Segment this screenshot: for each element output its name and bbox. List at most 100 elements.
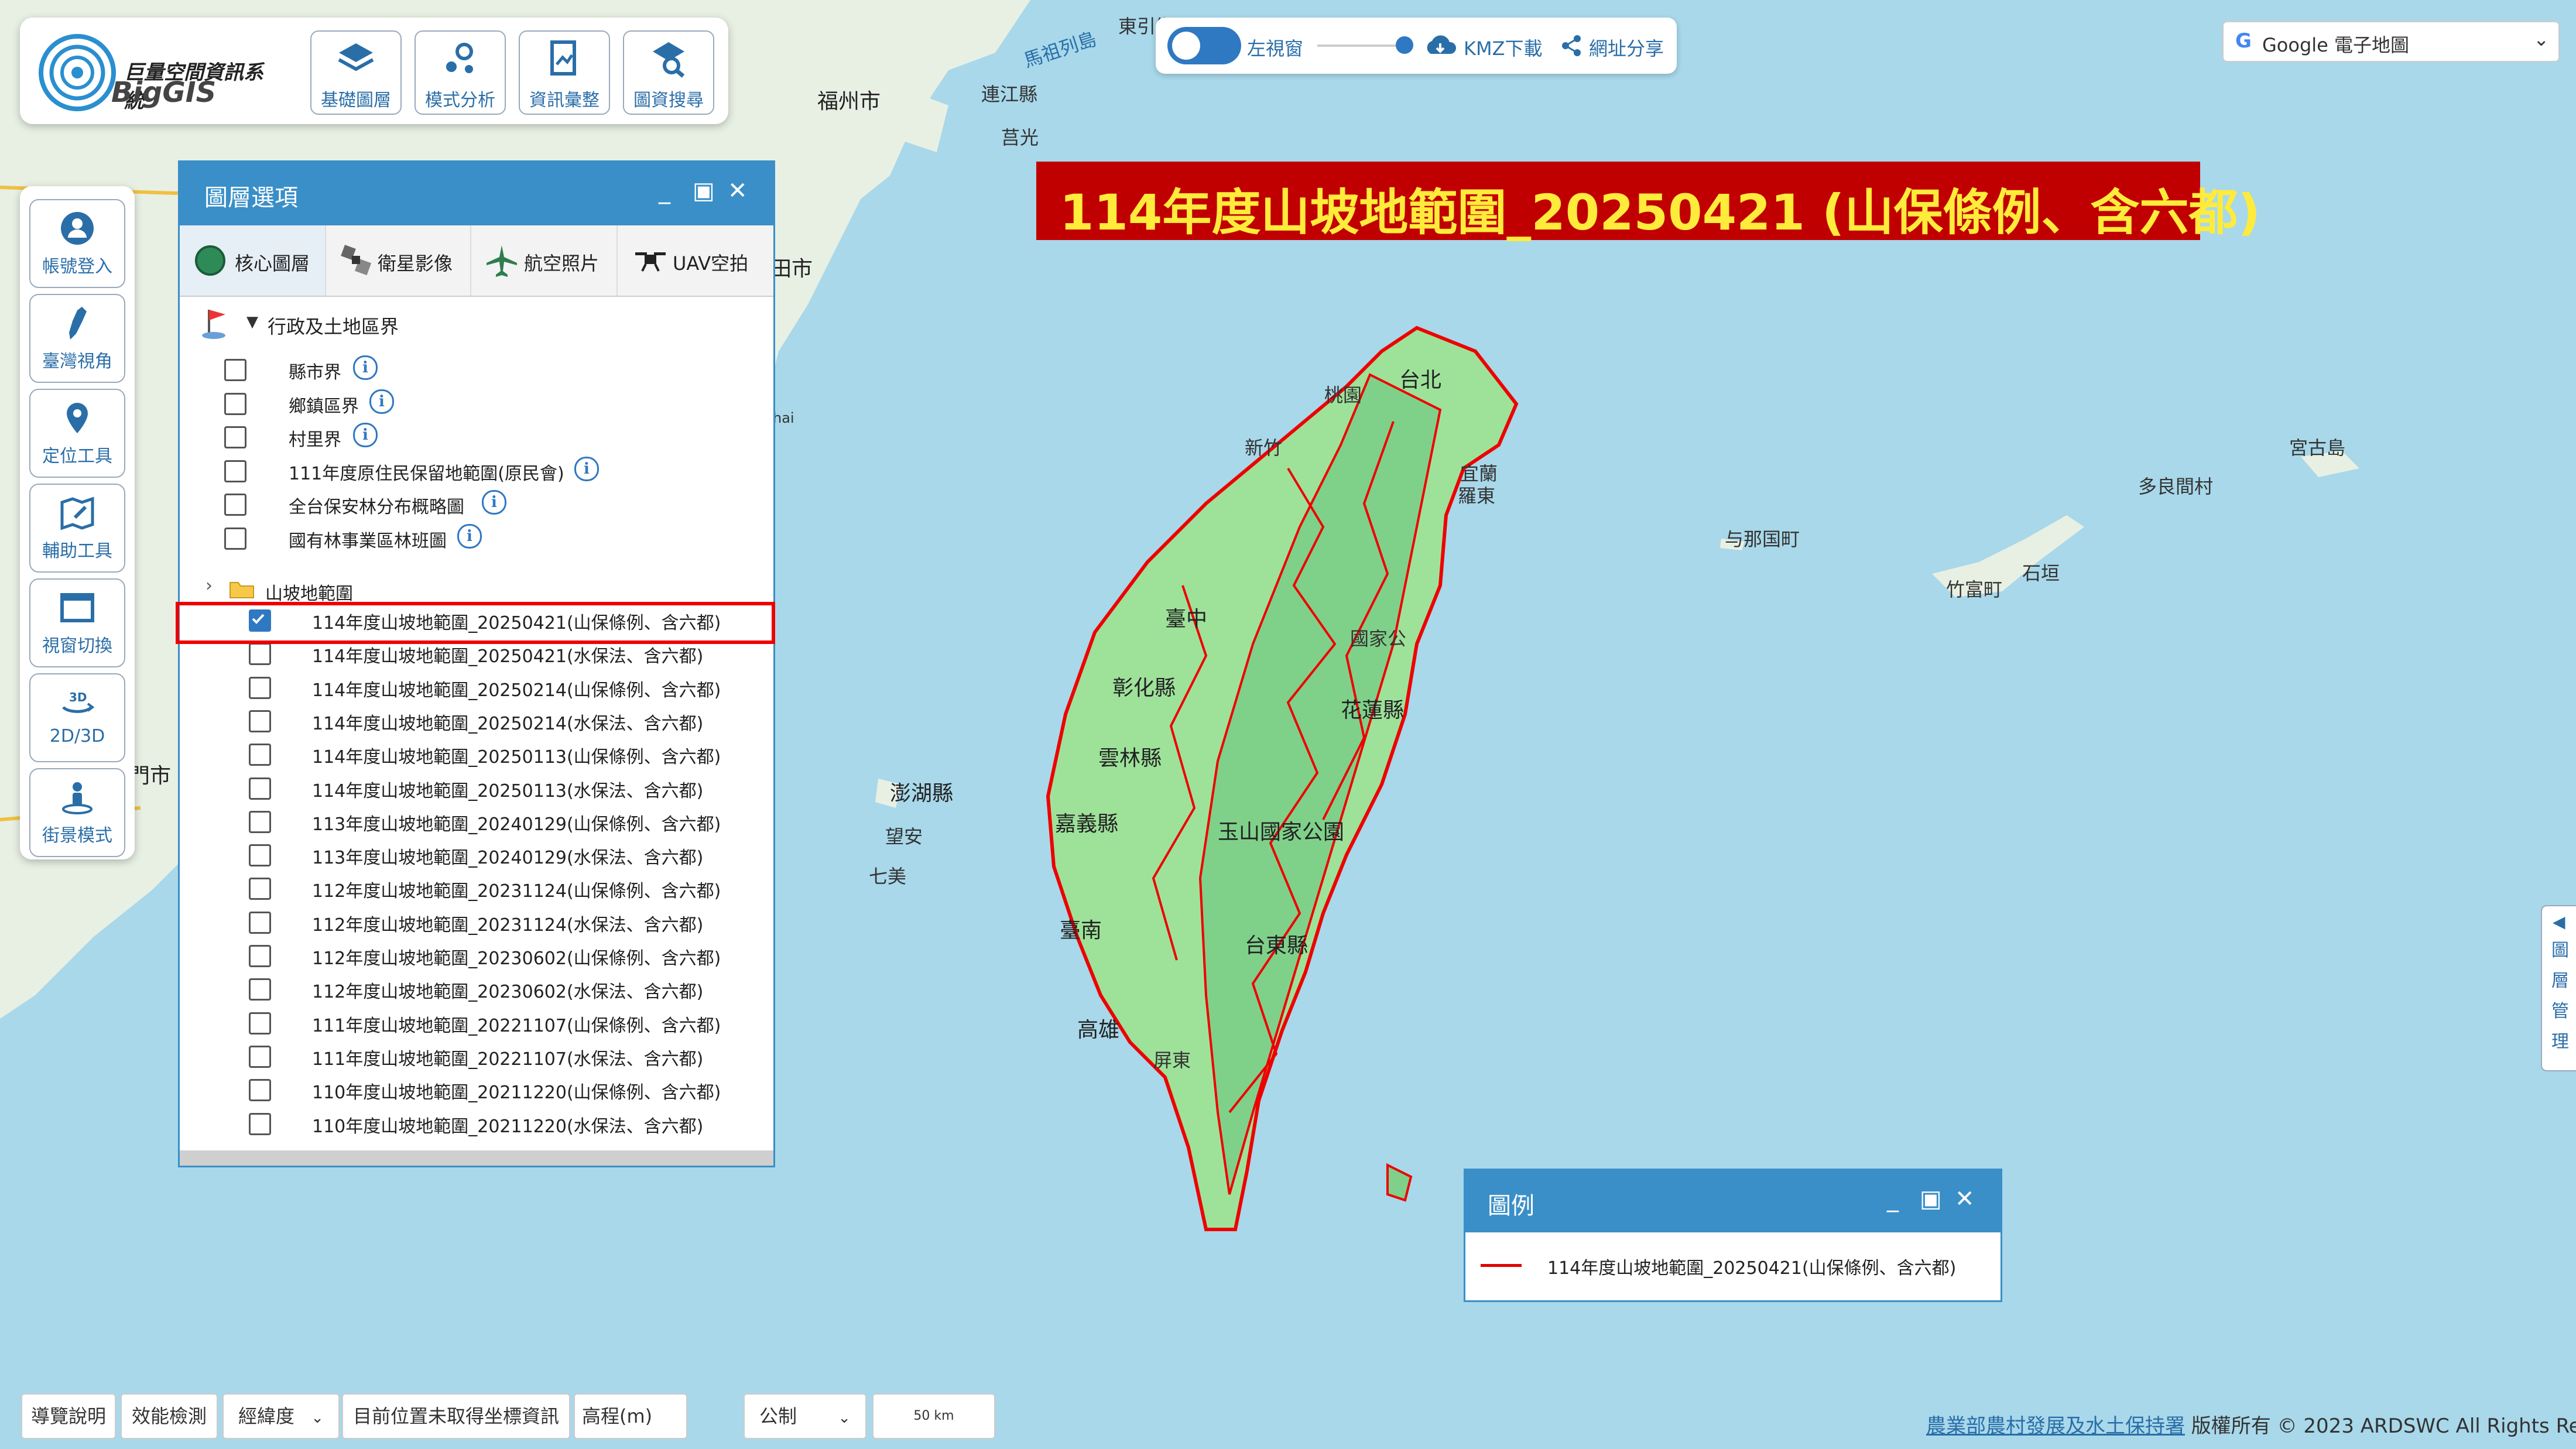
info-icon[interactable]: i [574, 456, 599, 481]
slope-layer-checkbox[interactable] [249, 777, 271, 800]
info-icon[interactable]: i [457, 523, 482, 549]
kmz-download-button[interactable]: KMZ下載 [1464, 34, 1543, 61]
coord-format-select[interactable]: 經緯度 ⌄ [222, 1393, 340, 1439]
street-view-button[interactable]: 街景模式 [29, 768, 125, 857]
performance-test-button[interactable]: 效能檢測 [121, 1393, 218, 1439]
map-label-yushan: 玉山國家公園 [1218, 820, 1345, 844]
map-label-luodong: 羅東 [1458, 485, 1496, 507]
admin-layer-checkbox[interactable] [224, 460, 246, 482]
aux-tools-button[interactable]: 輔助工具 [29, 484, 125, 573]
slope-layer-checkbox[interactable] [249, 844, 271, 867]
unit-value: 公制 [759, 1405, 797, 1427]
2d-3d-toggle-button[interactable]: 3D 2D/3D [29, 673, 125, 762]
base-layers-label: 基礎圖層 [321, 90, 391, 111]
slope-layer-checkbox[interactable] [249, 878, 271, 900]
slope-layer-checkbox[interactable] [249, 978, 271, 1001]
basemap-select[interactable]: G Google 電子地圖 ⌄ [2222, 21, 2560, 62]
basemap-value: Google 電子地圖 [2262, 34, 2410, 56]
logo-text-en: BigGIS [111, 76, 217, 109]
tab-aerial-photo[interactable]: 航空照片 [471, 225, 618, 296]
map-label-lianjiang: 連江縣 [981, 83, 1038, 105]
model-analysis-button[interactable]: 模式分析 [415, 30, 506, 115]
tab-satellite-label: 衛星影像 [378, 252, 453, 275]
info-icon[interactable]: i [353, 355, 378, 380]
layer-panel-header[interactable]: 圖層選項 _ ▣ ✕ [180, 162, 773, 225]
legend-close-icon[interactable]: ✕ [1955, 1186, 1975, 1212]
slope-layer-checkbox[interactable] [249, 643, 271, 666]
map-label-taroko: 國家公 [1350, 628, 1407, 650]
admin-layer-checkbox[interactable] [224, 494, 246, 516]
admin-layer-checkbox[interactable] [224, 527, 246, 550]
legend-minimize-icon[interactable]: _ [1887, 1186, 1899, 1212]
slope-layer-checkbox[interactable] [249, 945, 271, 967]
org-link[interactable]: 農業部農村發展及水土保持署 [1926, 1414, 2185, 1438]
slider-handle[interactable] [1396, 36, 1413, 54]
admin-layer-label: 縣市界 [289, 362, 341, 383]
map-label-changhua: 彰化縣 [1112, 676, 1176, 700]
slope-layer-checkbox[interactable] [249, 1045, 271, 1068]
scale-bar: 50 km [872, 1393, 995, 1439]
map-label-fuzhou: 福州市 [817, 90, 881, 114]
map-label-taipei: 台北 [1399, 368, 1442, 392]
layer-options-panel: 圖層選項 _ ▣ ✕ 核心圖層 衛星影像 航空照片 UAV空拍 ▼ 行政及土地區… [178, 160, 775, 1167]
info-icon[interactable]: i [353, 423, 378, 447]
map-label-tarama: 多良間村 [2138, 475, 2214, 498]
info-summary-label: 資訊彙整 [529, 90, 600, 111]
login-button[interactable]: 帳號登入 [29, 199, 125, 288]
slope-layer-checkbox[interactable] [249, 710, 271, 732]
map-label-hualien: 花蓮縣 [1341, 698, 1405, 722]
layer-manager-tab[interactable]: ◀ 圖層管理 [2541, 905, 2576, 1071]
slope-layer-label: 114年度山坡地範圍_20250421(水保法、含六都) [312, 646, 704, 667]
tab-satellite[interactable]: 衛星影像 [326, 225, 471, 296]
slope-layer-checkbox[interactable] [249, 676, 271, 699]
slope-layer-label: 110年度山坡地範圍_20211220(山保條例、含六都) [312, 1083, 721, 1104]
legend-maximize-icon[interactable]: ▣ [1920, 1186, 1942, 1212]
admin-layer-checkbox[interactable] [224, 392, 246, 415]
map-label-taketomi: 竹富町 [1946, 578, 2003, 601]
map-label-juguang: 莒光 [1001, 126, 1039, 149]
left-window-toggle[interactable] [1167, 27, 1241, 64]
locate-tool-button[interactable]: 定位工具 [29, 389, 125, 478]
window-switch-button[interactable]: 視窗切換 [29, 578, 125, 667]
info-icon[interactable]: i [369, 389, 394, 414]
tab-core-layers[interactable]: 核心圖層 [180, 225, 326, 296]
selected-layer-highlight [176, 602, 775, 644]
admin-layer-checkbox[interactable] [224, 359, 246, 381]
share-url-button[interactable]: 網址分享 [1589, 34, 1664, 61]
scale-bar-label: 50 km [913, 1409, 954, 1423]
map-label-taoyuan: 桃園 [1324, 384, 1362, 406]
admin-layer-checkbox[interactable] [224, 426, 246, 448]
map-label-pingtung: 屏東 [1153, 1049, 1191, 1071]
tab-aerial-photo-label: 航空照片 [524, 252, 600, 275]
slope-layer-checkbox[interactable] [249, 744, 271, 766]
info-icon[interactable]: i [482, 490, 506, 515]
taiwan-view-button[interactable]: 臺灣視角 [29, 294, 125, 383]
3d-rotate-icon: 3D [62, 690, 95, 713]
legend-title: 圖例 [1488, 1193, 1534, 1220]
slope-layer-checkbox[interactable] [249, 1012, 271, 1034]
folder-caret-icon[interactable]: › [205, 576, 213, 596]
map-label-hai: hai [773, 410, 794, 426]
close-icon[interactable]: ✕ [728, 177, 748, 204]
slope-layer-checkbox[interactable] [249, 1079, 271, 1102]
opacity-slider[interactable] [1317, 36, 1413, 54]
admin-layer-label: 111年度原住民保留地範圍(原民會) [289, 463, 564, 484]
slope-layer-checkbox[interactable] [249, 911, 271, 934]
guide-button[interactable]: 導覽說明 [21, 1393, 116, 1439]
maximize-icon[interactable]: ▣ [693, 177, 715, 204]
login-label: 帳號登入 [42, 256, 112, 277]
slope-layer-checkbox[interactable] [249, 810, 271, 833]
slope-layer-checkbox[interactable] [249, 1112, 271, 1135]
location-pin-icon [67, 403, 88, 433]
unit-select[interactable]: 公制 ⌄ [744, 1393, 866, 1439]
collapse-caret-icon[interactable]: ▼ [246, 313, 258, 331]
horizontal-scrollbar[interactable] [180, 1150, 773, 1166]
map-search-button[interactable]: 圖資搜尋 [623, 30, 714, 115]
tab-uav[interactable]: UAV空拍 [618, 225, 770, 296]
info-summary-button[interactable]: 資訊彙整 [519, 30, 610, 115]
slope-layer-label: 112年度山坡地範圍_20231124(山保條例、含六都) [312, 881, 721, 902]
minimize-icon[interactable]: _ [659, 177, 670, 204]
base-layers-button[interactable]: 基礎圖層 [310, 30, 402, 115]
legend-header[interactable]: 圖例 _ ▣ ✕ [1465, 1170, 2000, 1232]
biggis-logo[interactable]: 巨量空間資訊系統 BigGIS [36, 28, 282, 116]
